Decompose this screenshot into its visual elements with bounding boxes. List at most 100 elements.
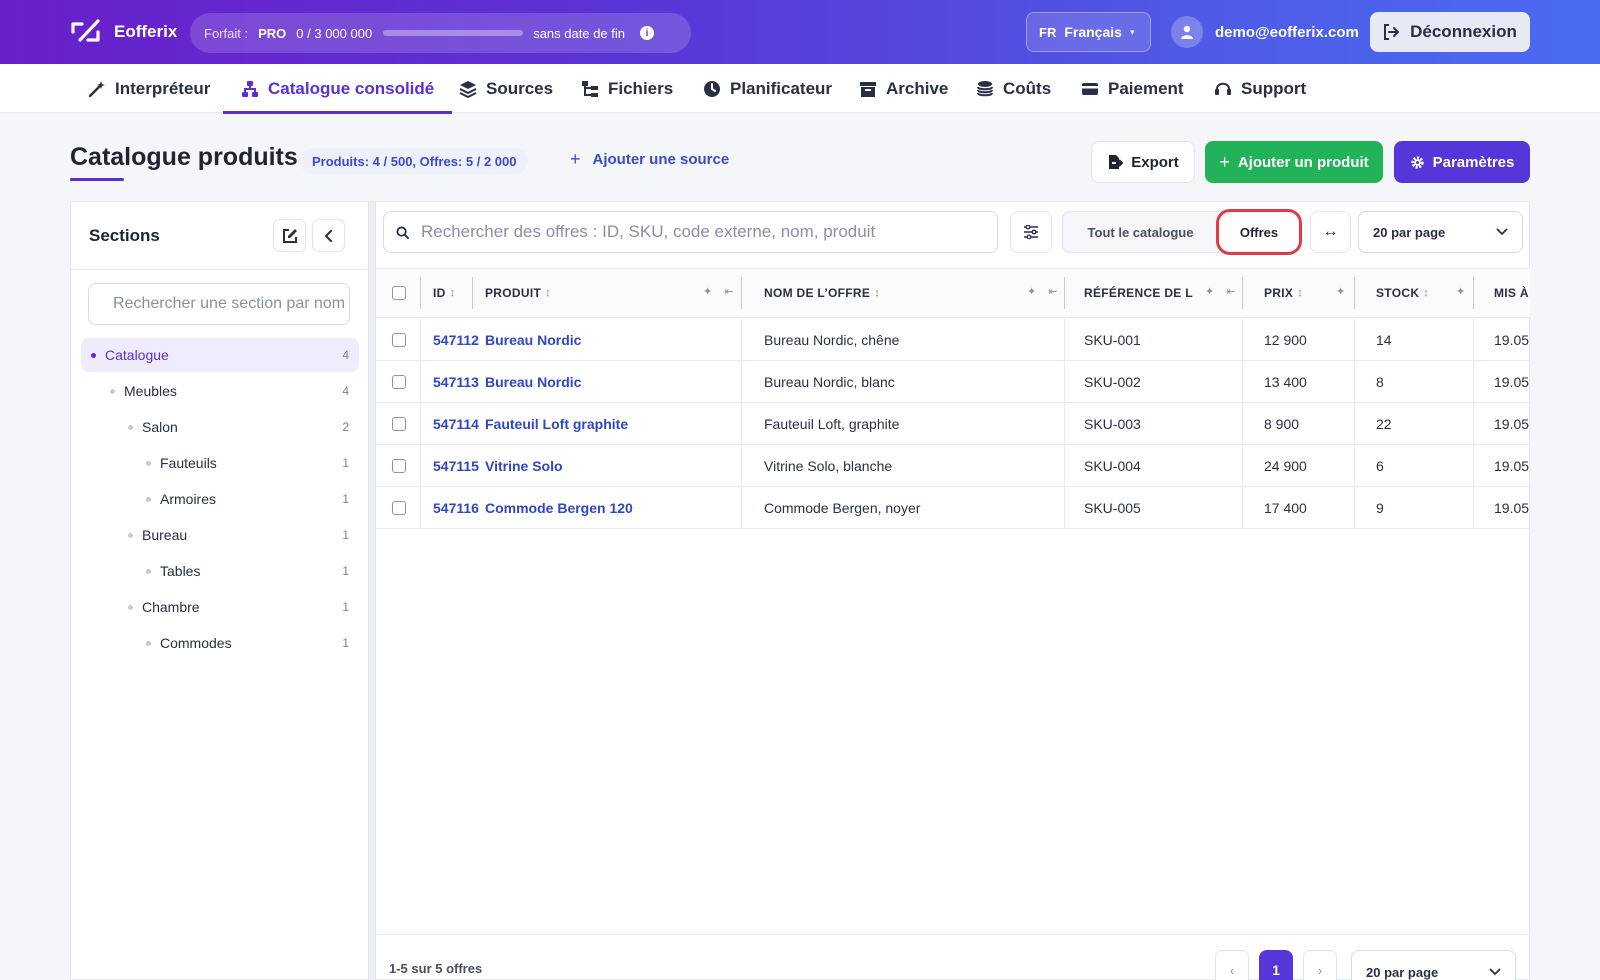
chevron-left-icon: ‹: [1229, 962, 1235, 978]
tree-item[interactable]: Bureau 1: [81, 518, 359, 552]
col-reference[interactable]: RÉFÉRENCE DE L: [1084, 269, 1193, 317]
user-menu[interactable]: demo@eofferix.com: [1171, 16, 1359, 48]
cell-product[interactable]: Bureau Nordic: [485, 361, 735, 403]
collapse-column-icon[interactable]: ⇤: [724, 285, 733, 298]
select-all-checkbox[interactable]: [392, 286, 406, 300]
cell-id[interactable]: 547116: [433, 487, 485, 529]
cell-product[interactable]: Vitrine Solo: [485, 445, 735, 487]
nav-item-paiement[interactable]: Paiement: [1081, 64, 1184, 113]
cell-id[interactable]: 547115: [433, 445, 485, 487]
layers-icon: [459, 80, 477, 98]
tree-item[interactable]: Fauteuils 1: [81, 446, 359, 480]
table-row[interactable]: 547115 Vitrine Solo Vitrine Solo, blanche S…: [376, 445, 1530, 487]
cell-price: 17 400: [1264, 500, 1307, 516]
nav-item-planificateur[interactable]: Planificateur: [703, 64, 832, 113]
col-mis-a-jour[interactable]: MIS À: [1494, 269, 1529, 317]
tree-bullet-icon: [146, 496, 151, 502]
logout-label: Déconnexion: [1410, 22, 1517, 41]
cell-id[interactable]: 547114: [433, 403, 485, 445]
tree-item-label: Salon: [142, 419, 178, 435]
nav-item-archive[interactable]: Archive: [859, 64, 948, 113]
add-source-link[interactable]: + Ajouter une source: [570, 149, 729, 170]
mode-offers[interactable]: Offres: [1216, 209, 1302, 255]
search-icon: [396, 225, 409, 239]
section-search-input[interactable]: Rechercher une section par nom: [88, 283, 350, 325]
collapse-column-icon[interactable]: ⇤: [1048, 285, 1057, 298]
language-select[interactable]: FR Français ▾: [1026, 12, 1151, 52]
edit-sections-button[interactable]: [273, 219, 306, 252]
tree-item[interactable]: Catalogue 4: [81, 338, 359, 372]
tree-item-count: 1: [342, 492, 349, 506]
cell-reference: SKU-001: [1084, 332, 1141, 348]
nav-item-sources[interactable]: Sources: [459, 64, 553, 113]
cell-id[interactable]: 547112: [433, 319, 485, 361]
column-filter-button[interactable]: [1010, 211, 1052, 253]
sidebar-resize-handle[interactable]: [368, 201, 376, 980]
col-tools: ✦ ⇤: [703, 285, 733, 298]
settings-button[interactable]: Paramètres: [1394, 141, 1530, 183]
collapse-sidebar-button[interactable]: [312, 219, 345, 252]
nav-item-couts[interactable]: Coûts: [976, 64, 1051, 113]
table-row[interactable]: 547114 Fauteuil Loft graphite Fauteuil Lof…: [376, 403, 1530, 445]
tree-item[interactable]: Salon 2: [81, 410, 359, 444]
tree-item[interactable]: Commodes 1: [81, 626, 359, 660]
row-checkbox[interactable]: [392, 417, 406, 431]
nav-item-interpreteur[interactable]: Interpréteur: [88, 64, 210, 113]
tree-item-count: 1: [342, 600, 349, 614]
col-prix[interactable]: PRIX ↕: [1264, 269, 1303, 317]
logout-button[interactable]: Déconnexion: [1370, 12, 1530, 52]
sitemap-icon: [242, 80, 258, 97]
tree-item[interactable]: Meubles 4: [81, 374, 359, 408]
pin-icon[interactable]: ✦: [703, 285, 712, 298]
info-icon[interactable]: i: [640, 26, 654, 40]
tree-item[interactable]: Tables 1: [81, 554, 359, 588]
row-checkbox[interactable]: [392, 501, 406, 515]
add-product-button[interactable]: + Ajouter un produit: [1205, 141, 1383, 183]
offer-search-input[interactable]: Rechercher des offres : ID, SKU, code ex…: [383, 211, 998, 253]
collapse-column-icon[interactable]: ⇤: [1226, 285, 1235, 298]
tree-item[interactable]: Armoires 1: [81, 482, 359, 516]
top-bar: Eofferix Forfait : PRO 0 / 3 000 000 san…: [0, 0, 1600, 64]
cell-product[interactable]: Bureau Nordic: [485, 319, 735, 361]
per-page-select-bottom[interactable]: 20 par page: [1351, 950, 1516, 980]
next-page-button[interactable]: ›: [1303, 950, 1337, 980]
clock-icon: [704, 80, 720, 97]
table-row[interactable]: 547112 Bureau Nordic Bureau Nordic, chêne S…: [376, 319, 1530, 361]
column-divider: [1354, 319, 1355, 529]
mode-all-catalogue[interactable]: Tout le catalogue: [1063, 212, 1218, 252]
row-checkbox[interactable]: [392, 459, 406, 473]
row-select-cell: [392, 403, 406, 445]
pin-icon[interactable]: ✦: [1027, 285, 1036, 298]
page-1-button[interactable]: 1: [1259, 950, 1293, 980]
cell-product[interactable]: Commode Bergen 120: [485, 487, 735, 529]
row-checkbox[interactable]: [392, 375, 406, 389]
nav-item-support[interactable]: Support: [1214, 64, 1306, 113]
col-stock[interactable]: STOCK ↕: [1376, 269, 1429, 317]
nav-item-fichiers[interactable]: Fichiers: [581, 64, 673, 113]
table-row[interactable]: 547113 Bureau Nordic Bureau Nordic, blanc S…: [376, 361, 1530, 403]
pin-icon[interactable]: ✦: [1456, 285, 1465, 298]
prev-page-button[interactable]: ‹: [1215, 950, 1249, 980]
table-row[interactable]: 547116 Commode Bergen 120 Commode Bergen, …: [376, 487, 1530, 529]
logo[interactable]: Eofferix: [70, 18, 177, 46]
col-produit[interactable]: PRODUIT ↕: [485, 269, 551, 317]
pin-icon[interactable]: ✦: [1205, 285, 1214, 298]
export-button[interactable]: Export: [1091, 141, 1195, 183]
column-separator: [741, 277, 742, 309]
tree-item[interactable]: Chambre 1: [81, 590, 359, 624]
add-product-label: Ajouter un produit: [1237, 153, 1369, 171]
tree-item-label: Armoires: [160, 491, 217, 507]
nav-item-catalogue[interactable]: Catalogue consolidé: [222, 64, 453, 114]
per-page-select[interactable]: 20 par page: [1358, 211, 1523, 253]
expand-width-button[interactable]: ↔: [1310, 211, 1351, 253]
col-id[interactable]: ID ↕: [433, 269, 455, 317]
cell-offer-name: Bureau Nordic, blanc: [764, 374, 895, 390]
pin-icon[interactable]: ✦: [1336, 285, 1345, 298]
cell-product[interactable]: Fauteuil Loft graphite: [485, 403, 735, 445]
chevron-right-icon: ›: [1317, 962, 1323, 978]
cell-id[interactable]: 547113: [433, 361, 485, 403]
col-nom-offre[interactable]: NOM DE L’OFFRE ↕: [764, 269, 880, 317]
plan-end-date: sans date de fin: [533, 25, 625, 41]
cell-offer-name: Commode Bergen, noyer: [764, 500, 921, 516]
row-checkbox[interactable]: [392, 333, 406, 347]
